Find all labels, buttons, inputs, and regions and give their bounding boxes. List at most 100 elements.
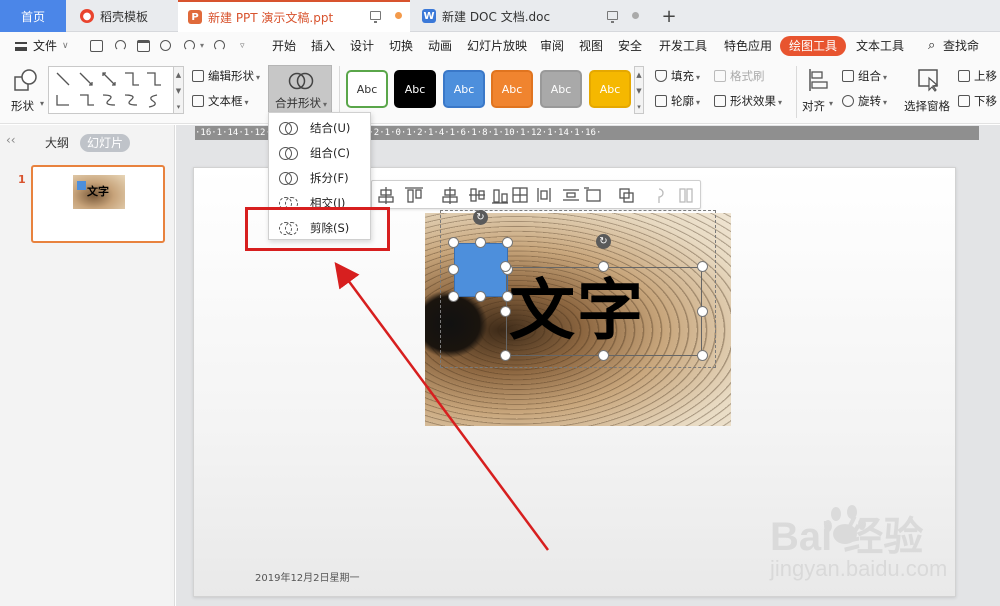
undo-chevron-icon[interactable]: ▾ (200, 32, 204, 60)
shapes-gallery[interactable] (48, 66, 174, 114)
edit-shape-button[interactable]: 编辑形状 ▾ (192, 68, 260, 84)
resize-handle[interactable] (500, 261, 511, 272)
hamburger-menu-icon[interactable] (15, 42, 27, 51)
shape-effect-chevron-icon: ▾ (778, 98, 783, 107)
rotate-handle-icon[interactable]: ↻ (596, 234, 611, 249)
outline-icon (655, 95, 667, 107)
group-button[interactable]: 组合 ▾ (842, 68, 887, 84)
align-chevron-icon: ▾ (829, 99, 834, 108)
slide-big-text[interactable]: 文字 (509, 268, 645, 354)
menu-review[interactable]: 审阅 (540, 32, 564, 60)
resize-handle[interactable] (448, 237, 459, 248)
style-gallery-scroll[interactable]: ▲ ▼ ▾ (634, 66, 644, 114)
fill-button[interactable]: 填充 ▾ (655, 68, 700, 84)
move-down-button[interactable]: 下移 (958, 93, 997, 109)
save-icon[interactable] (90, 40, 103, 52)
resize-handle[interactable] (598, 261, 609, 272)
menu-view[interactable]: 视图 (579, 32, 603, 60)
print-preview-icon[interactable] (160, 40, 171, 51)
menu-slideshow[interactable]: 幻灯片放映 (467, 32, 527, 60)
customize-chevron-icon[interactable]: ▿ (240, 32, 245, 60)
selection-pane-button[interactable]: 选择窗格 (904, 66, 954, 116)
menu-transition[interactable]: 切换 (389, 32, 413, 60)
text-box-label: 文本框 (208, 94, 243, 108)
menu-item-union[interactable]: 结合(U) (269, 115, 370, 140)
resize-handle[interactable] (448, 264, 459, 275)
edit-shape-chevron-icon: ▾ (256, 73, 261, 82)
menu-drawing-tools[interactable]: 绘图工具 (780, 36, 847, 56)
resize-handle[interactable] (500, 306, 511, 317)
menu-developer[interactable]: 开发工具 (659, 32, 707, 60)
menu-text-tools[interactable]: 文本工具 (856, 32, 904, 60)
menu-item-combine[interactable]: 组合(C) (269, 140, 370, 165)
ribbon: 形状 ▾ ▲ ▼ ▾ 编辑形状 ▾ 文本框 ▾ 合并形状 ▾ Abc Abc A… (0, 60, 1000, 124)
style-preset-5[interactable]: Abc (540, 70, 582, 108)
menu-start[interactable]: 开始 (272, 32, 296, 60)
slides-panel: ‹‹ 大纲 幻灯片 1 文字 (0, 125, 175, 606)
slide-date: 2019年12月2日星期一 (255, 573, 360, 584)
monitor-icon[interactable] (370, 11, 381, 23)
file-chevron-down-icon[interactable]: ∨ (62, 32, 69, 60)
tab-outline[interactable]: 大纲 (45, 134, 69, 151)
rotate-handle-icon[interactable]: ↻ (473, 210, 488, 225)
align-button[interactable]: 对齐 ▾ (802, 66, 836, 116)
tab-slides[interactable]: 幻灯片 (80, 134, 130, 152)
menu-item-fragment[interactable]: 拆分(F) (269, 165, 370, 190)
rotate-button[interactable]: 旋转 ▾ (842, 93, 887, 109)
move-up-label: 上移 (974, 69, 997, 83)
slide-thumbnail[interactable]: 文字 (31, 165, 165, 243)
style-preset-4[interactable]: Abc (491, 70, 533, 108)
text-box-button[interactable]: 文本框 ▾ (192, 93, 249, 109)
shape-effect-button[interactable]: 形状效果 ▾ (714, 93, 782, 109)
menu-security[interactable]: 安全 (618, 32, 642, 60)
tab-bar: 首页 ● 稻壳模板 P 新建 PPT 演示文稿.ppt W 新建 DOC 文档.… (0, 0, 1000, 32)
shapes-gallery-scroll[interactable]: ▲ ▼ ▾ (174, 66, 184, 114)
menu-insert[interactable]: 插入 (311, 32, 335, 60)
selection-pane-label: 选择窗格 (904, 99, 950, 113)
format-brush-label: 格式刷 (730, 69, 765, 83)
tab-home[interactable]: 首页 (0, 0, 66, 32)
new-tab-button[interactable]: + (656, 0, 682, 32)
resize-handle[interactable] (598, 350, 609, 361)
watermark-url: jingyan.baidu.com (770, 556, 948, 581)
resize-handle[interactable] (502, 291, 513, 302)
shape-button[interactable]: 形状 ▾ (8, 66, 44, 116)
resize-handle[interactable] (502, 237, 513, 248)
resize-handle[interactable] (475, 291, 486, 302)
monitor-icon[interactable] (607, 11, 618, 23)
resize-handle[interactable] (475, 237, 486, 248)
resize-handle[interactable] (448, 291, 459, 302)
collapse-panel-icon[interactable]: ‹‹ (6, 133, 16, 147)
baidu-watermark: Bai 经验 jingyan.baidu.com (770, 500, 990, 590)
unsaved-dot-icon[interactable] (395, 12, 402, 19)
resize-handle[interactable] (697, 306, 708, 317)
style-preset-6[interactable]: Abc (589, 70, 631, 108)
doc-tab-controls (607, 11, 639, 23)
close-dot-icon[interactable] (632, 12, 639, 19)
blue-square-shape[interactable] (454, 243, 508, 297)
export-icon[interactable] (115, 40, 126, 51)
menu-animation[interactable]: 动画 (428, 32, 452, 60)
style-preset-3[interactable]: Abc (443, 70, 485, 108)
outline-button[interactable]: 轮廓 ▾ (655, 93, 700, 109)
search-icon[interactable]: ⌕ (928, 32, 935, 60)
resize-handle[interactable] (697, 261, 708, 272)
undo-icon[interactable] (184, 40, 195, 51)
edit-shape-icon (192, 70, 204, 82)
resize-handle[interactable] (697, 350, 708, 361)
resize-handle[interactable] (500, 350, 511, 361)
style-preset-2[interactable]: Abc (394, 70, 436, 108)
print-icon[interactable] (137, 40, 150, 52)
tab-daoke-templates[interactable]: ● 稻壳模板 (70, 0, 176, 32)
ppt-file-icon: P (188, 10, 202, 24)
menu-features[interactable]: 特色应用 (724, 32, 772, 60)
redo-icon[interactable] (214, 40, 225, 51)
menu-file[interactable]: 文件 (33, 32, 57, 60)
format-brush-button[interactable]: 格式刷 (714, 68, 765, 84)
merge-shape-button[interactable]: 合并形状 ▾ (268, 65, 332, 115)
menu-design[interactable]: 设计 (350, 32, 374, 60)
style-preset-1[interactable]: Abc (346, 70, 388, 108)
text-box-icon (192, 95, 204, 107)
move-up-button[interactable]: 上移 (958, 68, 997, 84)
search-command[interactable]: 查找命令... (943, 32, 1000, 81)
